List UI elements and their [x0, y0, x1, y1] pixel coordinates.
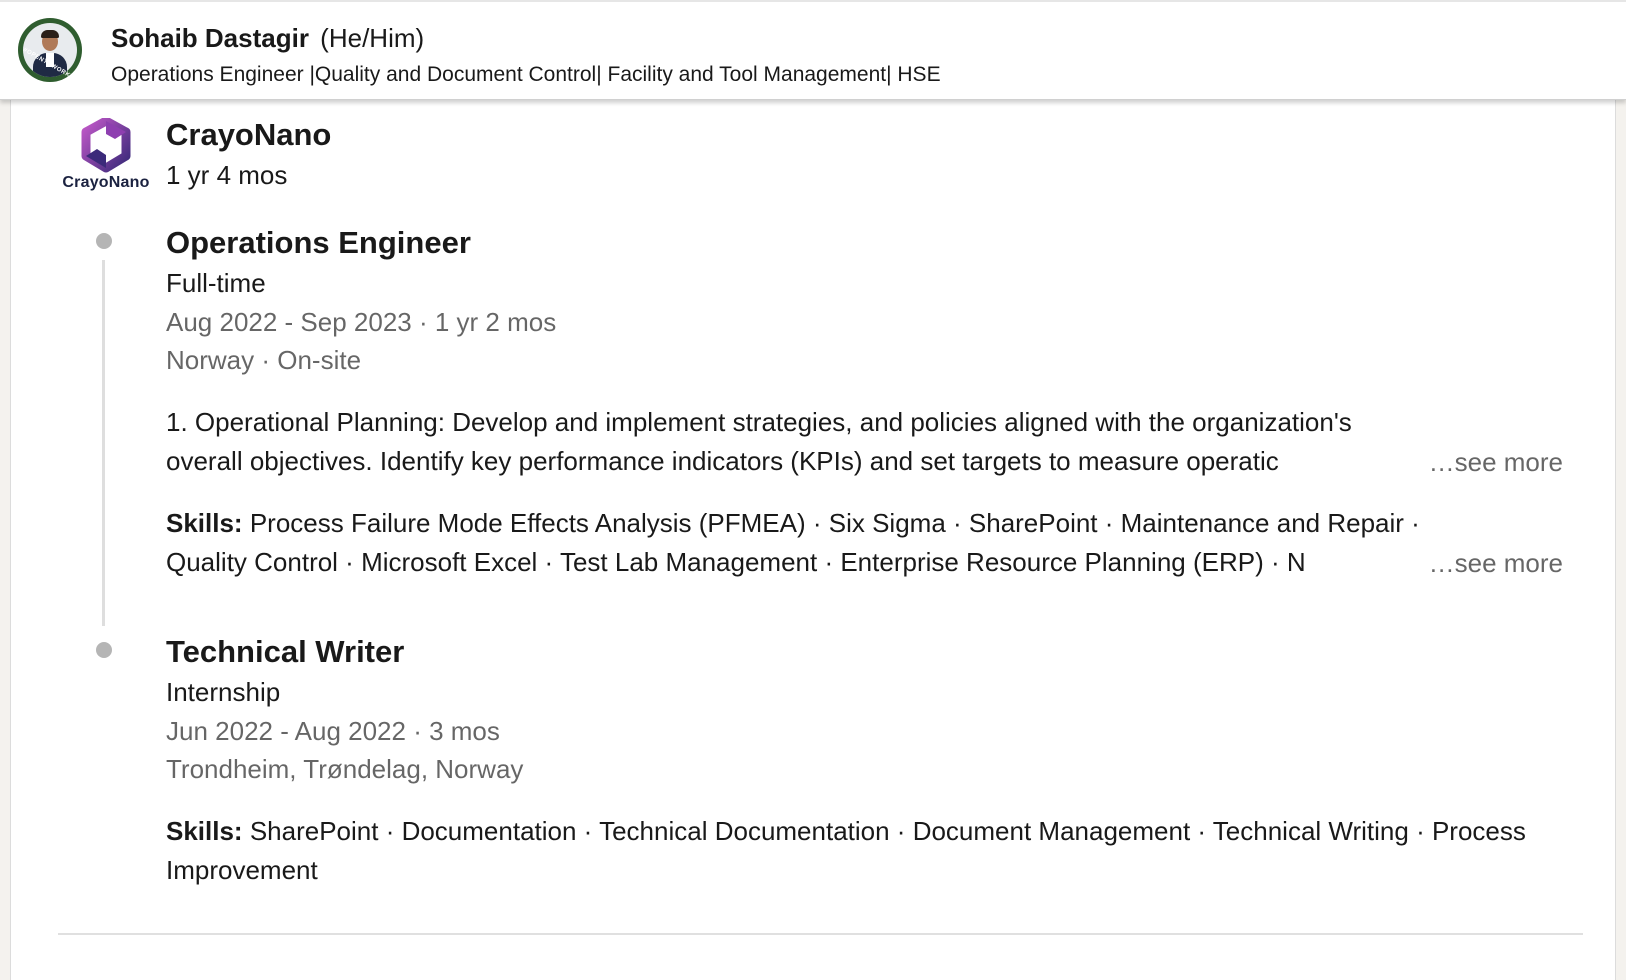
skills-line: Quality Control · Microsoft Excel · Test… [166, 547, 1306, 577]
experience-card: CrayoNano CrayoNano 1 yr 4 mos Operation… [10, 100, 1616, 980]
description-line: 1. Operational Planning: Develop and imp… [166, 407, 1352, 437]
description-see-more-button[interactable]: …see more [1414, 443, 1563, 482]
role-employment-type: Full-time [166, 268, 266, 298]
timeline-dot [96, 233, 112, 249]
profile-name: Sohaib Dastagir [111, 23, 309, 53]
company-name[interactable]: CrayoNano [166, 116, 331, 154]
skills-label: Skills: [166, 816, 243, 846]
profile-headline: Operations Engineer |Quality and Documen… [111, 63, 941, 86]
company-logo[interactable]: CrayoNano [57, 116, 155, 198]
role-skills: Skills: Process Failure Mode Effects Ana… [166, 504, 1586, 584]
role-employment-type: Internship [166, 677, 281, 707]
description-line: overall objectives. Identify key perform… [166, 446, 1279, 476]
role-skills: Skills: SharePoint · Documentation · Tec… [166, 812, 1576, 890]
sticky-profile-header: #OPENTOWORK Sohaib Dastagir (He/Him) Ope… [0, 0, 1626, 100]
profile-avatar[interactable]: #OPENTOWORK [18, 18, 82, 82]
company-logo-text: CrayoNano [62, 174, 150, 191]
skills-see-more-button[interactable]: …see more [1414, 544, 1563, 583]
role-dates: Jun 2022 - Aug 2022 · 3 mos [166, 716, 500, 746]
role-title[interactable]: Operations Engineer [166, 224, 471, 262]
role-title[interactable]: Technical Writer [166, 633, 404, 671]
role-dates: Aug 2022 - Sep 2023 · 1 yr 2 mos [166, 307, 557, 337]
role-description: 1. Operational Planning: Develop and imp… [166, 403, 1586, 483]
company-logo-icon [81, 116, 131, 173]
timeline-dot [96, 642, 112, 658]
timeline-line [102, 260, 105, 626]
role-location: Trondheim, Trøndelag, Norway [166, 754, 524, 784]
profile-name-line: Sohaib Dastagir (He/Him) [111, 22, 424, 54]
skills-label: Skills: [166, 508, 243, 538]
skills-line: Skills: Process Failure Mode Effects Ana… [166, 504, 1586, 543]
profile-pronouns: (He/Him) [320, 23, 425, 53]
role-location: Norway · On-site [166, 345, 362, 375]
section-divider [58, 933, 1583, 935]
company-duration: 1 yr 4 mos [166, 160, 288, 190]
skills-text: Process Failure Mode Effects Analysis (P… [249, 508, 1420, 538]
skills-text: SharePoint · Documentation · Technical D… [166, 816, 1526, 885]
avatar-hair-shape [41, 30, 59, 38]
